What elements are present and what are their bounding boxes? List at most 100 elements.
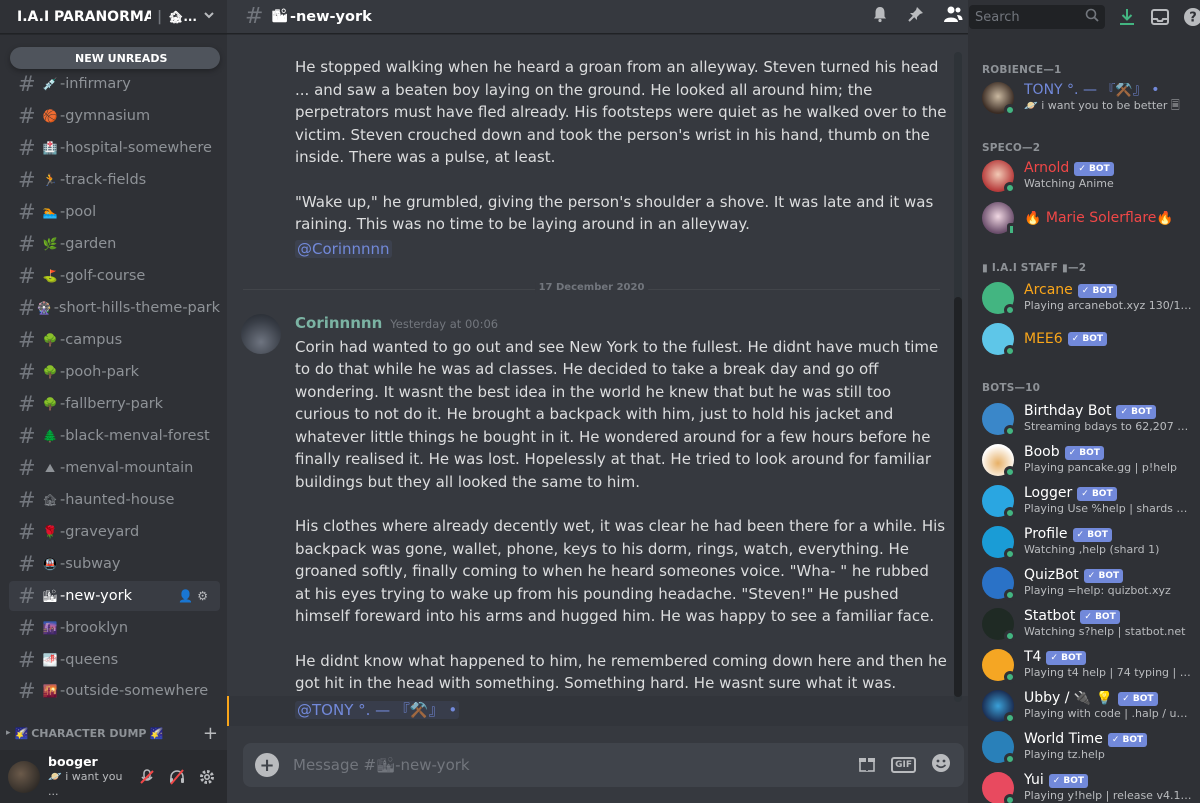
upload-plus-icon[interactable]: + <box>255 753 279 777</box>
channel-name: -gymnasium <box>60 108 151 124</box>
channel-item[interactable]: # 🚇 -subway <box>9 549 220 579</box>
channel-emoji: 🌿 <box>42 237 58 251</box>
settings-gear-icon[interactable] <box>195 765 219 789</box>
channel-name: -fallberry-park <box>60 396 164 412</box>
member-item[interactable]: Logger ✓ BOT Playing Use %help | shards 42… <box>982 482 1192 520</box>
author-name[interactable]: Corinnnnn <box>295 312 382 335</box>
channel-item[interactable]: # 🌹 -graveyard <box>9 517 220 547</box>
channel-header-name: -new-york <box>289 8 372 25</box>
scrollbar-thumb[interactable] <box>954 297 962 697</box>
channel-emoji: 🌆 <box>42 621 58 635</box>
channel-item[interactable]: # 🌇 -outside-somewhere <box>9 677 220 705</box>
channel-item[interactable]: # ⛳ -golf-course <box>9 261 220 291</box>
member-item[interactable]: Arnold ✓ BOT Watching Anime <box>982 157 1192 195</box>
author-avatar[interactable] <box>241 314 281 354</box>
member-item[interactable]: QuizBot ✓ BOT Playing =help: quizbot.xyz <box>982 564 1192 602</box>
channel-settings-icon[interactable]: ⚙ <box>197 589 212 603</box>
help-icon[interactable]: ? <box>1183 7 1200 31</box>
channel-name: -haunted-house <box>60 492 175 508</box>
user-status: 🪐 i want you ... <box>48 770 123 798</box>
member-name-line: Profile ✓ BOT <box>1024 527 1192 542</box>
bell-icon[interactable] <box>871 5 889 28</box>
gif-button[interactable]: GIF <box>891 757 916 773</box>
user-mention[interactable]: @TONY °. — 『⚒️』 • <box>295 701 460 719</box>
pin-icon[interactable] <box>907 5 925 28</box>
channel-item[interactable]: # 🏚 -haunted-house <box>9 485 220 515</box>
member-item[interactable]: 🔥 Marie Solerflare🔥 <box>982 199 1192 237</box>
hashtag-icon: # <box>18 71 36 96</box>
search-input[interactable] <box>975 9 1085 25</box>
member-name-line: Statbot ✓ BOT <box>1024 609 1192 624</box>
online-status-dot <box>1004 425 1016 437</box>
member-name: Birthday Bot <box>1024 404 1112 419</box>
member-name-line: MEE6 ✓ BOT <box>1024 332 1108 347</box>
channel-item[interactable]: # 🏀 -gymnasium <box>9 101 220 131</box>
channel-item[interactable]: # 🌆 -brooklyn <box>9 613 220 643</box>
member-list-icon[interactable] <box>943 5 963 28</box>
channel-emoji: 🏚 <box>42 493 58 507</box>
channel-item[interactable]: # 🏊 -pool <box>9 197 220 227</box>
channel-item[interactable]: # 🏙 -new-york 👤⚙ <box>9 581 220 611</box>
channel-item[interactable]: # 🌳 -fallberry-park <box>9 389 220 419</box>
channel-item[interactable]: # 🏥 -hospital-somewhere <box>9 133 220 163</box>
member-avatar <box>982 690 1016 724</box>
channel-name: -campus <box>60 332 123 348</box>
bot-badge: ✓ BOT <box>1048 773 1089 788</box>
member-item[interactable]: TONY °. — 『⚒️』 • 🪐 i want you to be bette… <box>982 79 1192 117</box>
member-item[interactable]: World Time ✓ BOT Playing tz.help <box>982 728 1192 766</box>
bot-badge: ✓ BOT <box>1046 650 1086 665</box>
search-box[interactable] <box>969 5 1105 29</box>
member-item[interactable]: Arcane ✓ BOT Playing arcanebot.xyz 130/144 <box>982 279 1192 317</box>
create-invite-icon[interactable]: 👤 <box>178 589 197 603</box>
online-status-dot <box>1004 345 1016 357</box>
channel-list: # 💉 -infirmary # 🏀 -gymnasium # 🏥 -hospital-some… <box>0 0 227 720</box>
member-list: ? ROBIENCE—1 SPECO—2 ▮ I.A.I STAFF ▮—2 BOTS… <box>874 0 1200 803</box>
channel-emoji: 🌹 <box>42 525 58 539</box>
channel-item[interactable]: # 🏃 -track-fields <box>9 165 220 195</box>
member-item[interactable]: Birthday Bot ✓ BOT Streaming bdays to 62,2… <box>982 400 1192 438</box>
message-composer: + GIF <box>243 743 964 787</box>
member-item[interactable]: Yui ✓ BOT Playing y!help | release v4.17.0 <box>982 769 1192 803</box>
chevron-right-icon: ▸ <box>6 728 11 738</box>
mute-icon[interactable] <box>135 765 159 789</box>
channel-item[interactable]: # 💉 -infirmary <box>9 69 220 99</box>
member-item[interactable]: T4 ✓ BOT Playing t4 help | 74 typing | 15.… <box>982 646 1192 684</box>
user-avatar[interactable] <box>8 760 40 793</box>
message-paragraph: "Wake up," he grumbled, giving the perso… <box>295 192 934 234</box>
user-mention[interactable]: @Corinnnnn <box>295 239 392 258</box>
gift-icon[interactable] <box>857 753 877 778</box>
inbox-icon[interactable] <box>1150 7 1170 31</box>
member-name: Boob <box>1024 445 1060 460</box>
create-channel-icon[interactable]: + <box>203 723 218 744</box>
channel-emoji: 🌳 <box>42 333 58 347</box>
channel-item[interactable]: # 🌳 -pooh-park <box>9 357 220 387</box>
channel-item[interactable]: # 🌲 -black-menval-forest <box>9 421 220 451</box>
scrollbar-track[interactable] <box>954 52 962 702</box>
channel-name: -infirmary <box>60 76 131 92</box>
member-text: Statbot ✓ BOT Watching s?help | statbot.ne… <box>1024 609 1192 639</box>
hashtag-icon: # <box>18 647 36 672</box>
channel-item[interactable]: # 🌁 -queens <box>9 645 220 675</box>
new-unreads-pill[interactable]: NEW UNREADS <box>10 47 220 69</box>
message-input[interactable] <box>293 756 844 774</box>
channel-item[interactable]: # 🌳 -campus <box>9 325 220 355</box>
member-item[interactable]: Ubby / 🔌 💡 ✓ BOT Playing with code | .halp… <box>982 687 1192 725</box>
member-text: World Time ✓ BOT Playing tz.help <box>1024 732 1192 762</box>
download-icon[interactable] <box>1117 7 1137 31</box>
channel-item[interactable]: # 🎡 -short-hills-theme-park <box>9 293 220 323</box>
emoji-icon[interactable] <box>930 752 952 779</box>
deafen-icon[interactable] <box>165 765 189 789</box>
channel-item[interactable]: # 🌿 -garden <box>9 229 220 259</box>
channel-item[interactable]: # ⛰ -menval-mountain <box>9 453 220 483</box>
member-name-line: T4 ✓ BOT <box>1024 650 1192 665</box>
channel-emoji: 🚇 <box>42 557 58 571</box>
member-item[interactable]: Boob ✓ BOT Playing pancake.gg | p!help <box>982 441 1192 479</box>
member-item[interactable]: Profile ✓ BOT Watching ,help (shard 1) <box>982 523 1192 561</box>
member-item[interactable]: Statbot ✓ BOT Watching s?help | statbot.ne… <box>982 605 1192 643</box>
member-activity: Playing with code | .halp / ub3... <box>1024 707 1192 720</box>
hashtag-icon: # <box>18 231 36 256</box>
member-item[interactable]: MEE6 ✓ BOT <box>982 320 1192 358</box>
member-activity: Watching Anime <box>1024 177 1114 190</box>
message-paragraph: He didnt know what happened to him, he r… <box>295 651 947 693</box>
category-character-dump[interactable]: ▸ 🌠 CHARACTER DUMP 🌠 + <box>6 723 218 744</box>
